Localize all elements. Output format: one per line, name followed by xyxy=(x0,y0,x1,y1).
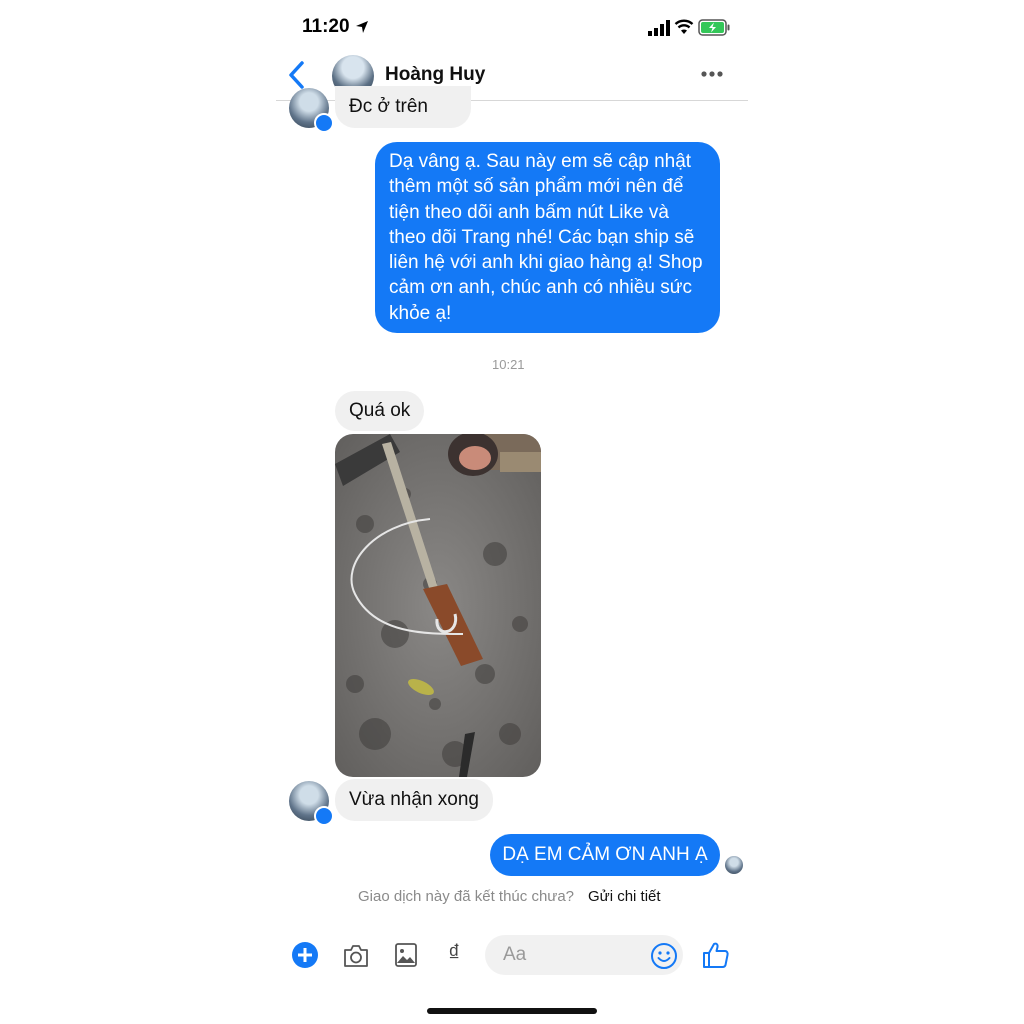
wifi-icon xyxy=(674,19,694,34)
seen-avatar xyxy=(725,856,743,874)
message-bubble-incoming[interactable]: Đc ở trên xyxy=(335,86,471,128)
signal-icon xyxy=(648,20,670,36)
message-bubble-outgoing[interactable]: Dạ vâng ạ. Sau này em sẽ cập nhật thêm m… xyxy=(375,142,720,333)
location-arrow-icon xyxy=(356,21,368,33)
message-bubble-incoming[interactable]: Quá ok xyxy=(335,391,425,431)
plus-icon[interactable] xyxy=(291,941,319,969)
battery-icon xyxy=(698,19,730,36)
message-bubble-incoming[interactable]: Vừa nhận xong xyxy=(335,779,493,821)
smiley-icon[interactable] xyxy=(650,942,678,970)
contact-name[interactable]: Hoàng Huy xyxy=(385,64,485,86)
messenger-badge-icon xyxy=(314,806,334,826)
messenger-badge-icon xyxy=(314,113,334,133)
transaction-question: Giao dịch này đã kết thúc chưa? xyxy=(358,888,575,905)
more-icon[interactable] xyxy=(700,70,724,78)
status-time: 11:20 xyxy=(302,16,350,37)
home-indicator[interactable] xyxy=(427,1008,597,1014)
payment-currency-button[interactable]: ₫ xyxy=(448,940,460,968)
send-details-link[interactable]: Gửi chi tiết xyxy=(588,888,661,905)
image-icon[interactable] xyxy=(394,942,418,968)
message-timestamp: 10:21 xyxy=(492,357,525,372)
shared-photo[interactable] xyxy=(335,434,541,777)
message-bubble-outgoing[interactable]: DẠ EM CẢM ƠN ANH Ạ xyxy=(490,834,720,876)
like-icon[interactable] xyxy=(701,940,731,970)
camera-icon[interactable] xyxy=(342,943,370,969)
back-chevron-icon[interactable] xyxy=(286,60,308,90)
